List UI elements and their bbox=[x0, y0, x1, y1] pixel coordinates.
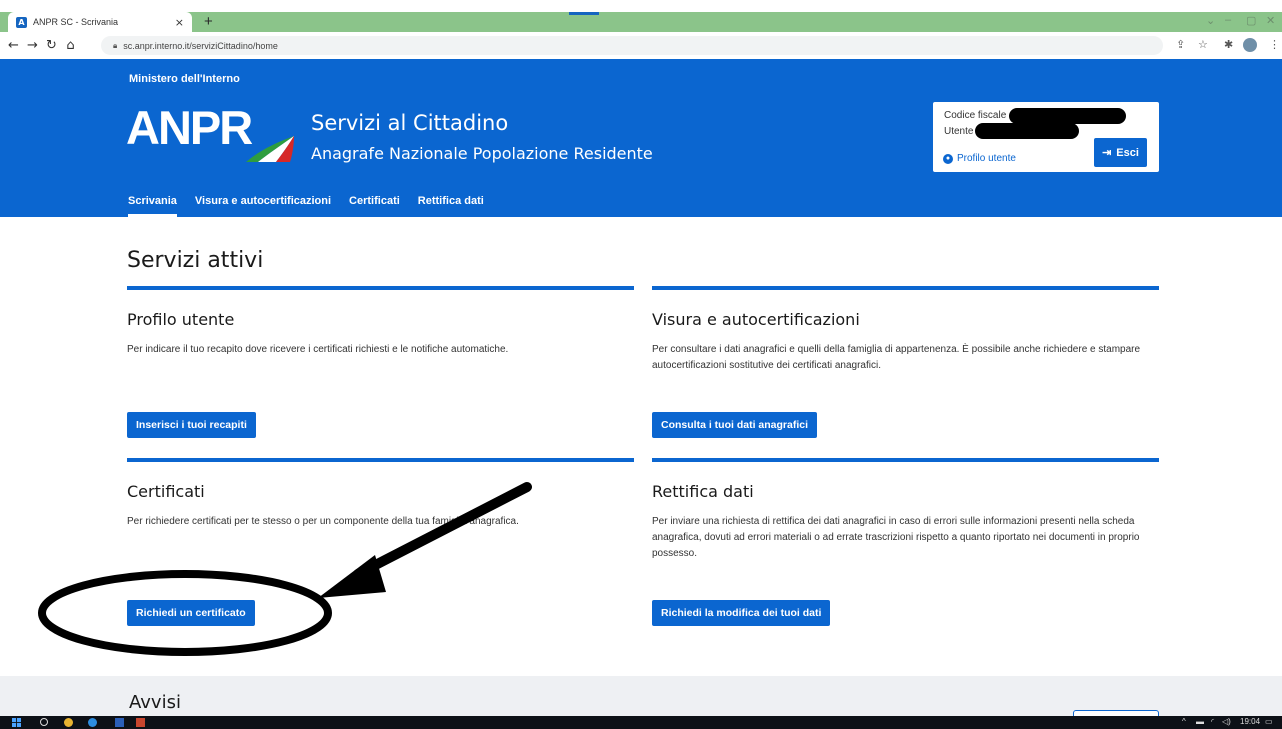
inserisci-recapiti-button[interactable]: Inserisci i tuoi recapiti bbox=[127, 412, 256, 438]
card-visura: Visura e autocertificazioni Per consulta… bbox=[652, 286, 1159, 438]
windows-start-icon[interactable] bbox=[12, 718, 21, 727]
user-info-box: Codice fiscale Utente ● Profilo utente ⇥… bbox=[933, 102, 1159, 172]
card-title: Profilo utente bbox=[127, 310, 235, 329]
codice-fiscale-label: Codice fiscale bbox=[944, 110, 1007, 121]
card-rettifica: Rettifica dati Per inviare una richiesta… bbox=[652, 458, 1159, 626]
close-window-icon[interactable]: ✕ bbox=[1266, 14, 1275, 27]
nav-scrivania[interactable]: Scrivania bbox=[128, 195, 177, 217]
nav-certificati[interactable]: Certificati bbox=[349, 195, 400, 217]
tab-title: ANPR SC - Scrivania bbox=[33, 17, 119, 27]
reload-icon[interactable]: ↻ bbox=[42, 38, 61, 53]
lock-icon: 🔒︎ bbox=[113, 40, 118, 50]
ministry-label: Ministero dell'Interno bbox=[129, 73, 240, 85]
close-tab-icon[interactable]: × bbox=[175, 16, 184, 29]
wifi-icon[interactable]: ◜ bbox=[1211, 717, 1214, 726]
card-description: Per consultare i dati anagrafici e quell… bbox=[652, 344, 1141, 371]
logo-text: ANPR bbox=[126, 101, 253, 154]
volume-icon[interactable]: ◁) bbox=[1222, 717, 1231, 726]
clock[interactable]: 19:04 bbox=[1240, 717, 1260, 726]
tab-search-icon[interactable]: ⌄ bbox=[1206, 14, 1215, 27]
arrow-head bbox=[318, 555, 386, 598]
main-nav: Scrivania Visura e autocertificazioni Ce… bbox=[128, 195, 502, 217]
forward-arrow-icon[interactable]: → bbox=[23, 38, 42, 53]
anpr-logo[interactable]: ANPR bbox=[126, 102, 296, 164]
utente-label: Utente bbox=[944, 126, 974, 137]
maximize-icon[interactable]: ▢ bbox=[1246, 14, 1256, 27]
minimize-icon[interactable]: – bbox=[1225, 14, 1231, 26]
card-certificati: Certificati Per richiedere certificati p… bbox=[127, 458, 634, 626]
profile-link[interactable]: ● Profilo utente bbox=[943, 153, 1016, 164]
page-title: Servizi attivi bbox=[127, 248, 264, 273]
card-description: Per inviare una richiesta di rettifica d… bbox=[652, 516, 1140, 559]
flag-swoosh-icon bbox=[246, 136, 294, 162]
card-title: Certificati bbox=[127, 482, 205, 501]
profile-avatar[interactable] bbox=[1243, 38, 1257, 52]
service-subtitle: Anagrafe Nazionale Popolazione Residente bbox=[311, 144, 653, 163]
word-icon[interactable] bbox=[115, 718, 124, 727]
extensions-icon[interactable]: ✱ bbox=[1224, 38, 1233, 51]
user-icon: ● bbox=[943, 153, 953, 164]
notifications-icon[interactable]: ▭ bbox=[1265, 717, 1273, 726]
card-accent-bar bbox=[652, 458, 1159, 462]
card-profilo-utente: Profilo utente Per indicare il tuo recap… bbox=[127, 286, 634, 438]
browser-app-icon[interactable] bbox=[88, 718, 97, 727]
consulta-dati-button[interactable]: Consulta i tuoi dati anagrafici bbox=[652, 412, 818, 438]
notices-title: Avvisi bbox=[129, 692, 181, 713]
logout-button[interactable]: ⇥ Esci bbox=[1094, 138, 1147, 167]
card-accent-bar bbox=[127, 458, 634, 462]
card-description: Per indicare il tuo recapito dove riceve… bbox=[127, 344, 509, 355]
profile-link-label: Profilo utente bbox=[957, 153, 1016, 164]
address-bar-row: ← → ↻ ⌂ 🔒︎ sc.anpr.interno.it/serviziCit… bbox=[0, 32, 1282, 59]
share-icon[interactable]: ⇪ bbox=[1176, 38, 1185, 51]
app-icon[interactable] bbox=[136, 718, 145, 727]
browser-tab[interactable]: A ANPR SC - Scrivania × bbox=[8, 12, 192, 32]
sign-out-icon: ⇥ bbox=[1102, 147, 1112, 159]
back-arrow-icon[interactable]: ← bbox=[4, 38, 23, 53]
search-icon[interactable] bbox=[40, 718, 48, 726]
tab-strip-accent bbox=[569, 12, 599, 15]
favicon-icon: A bbox=[16, 16, 27, 28]
chrome-icon[interactable] bbox=[64, 718, 73, 727]
card-description: Per richiedere certificati per te stesso… bbox=[127, 516, 519, 527]
richiedi-modifica-button[interactable]: Richiedi la modifica dei tuoi dati bbox=[652, 600, 831, 626]
new-tab-button[interactable]: + bbox=[204, 13, 213, 30]
redaction-bar bbox=[975, 123, 1079, 139]
card-title: Visura e autocertificazioni bbox=[652, 310, 860, 329]
card-accent-bar bbox=[127, 286, 634, 290]
card-title: Rettifica dati bbox=[652, 482, 754, 501]
browser-tab-strip: A ANPR SC - Scrivania × + ⌄ – ▢ ✕ bbox=[0, 12, 1282, 32]
os-taskbar: ^ ▬ ◜ ◁) 19:04 ▭ bbox=[0, 716, 1282, 729]
url-field[interactable]: 🔒︎ sc.anpr.interno.it/serviziCittadino/h… bbox=[101, 36, 1163, 55]
richiedi-certificato-button[interactable]: Richiedi un certificato bbox=[127, 600, 255, 626]
redaction-bar bbox=[1009, 108, 1126, 124]
service-title: Servizi al Cittadino bbox=[311, 111, 509, 135]
site-header: Ministero dell'Interno ANPR Servizi al C… bbox=[0, 59, 1282, 217]
tray-chevron-icon[interactable]: ^ bbox=[1182, 717, 1186, 726]
network-icon[interactable]: ▬ bbox=[1196, 717, 1204, 726]
kebab-menu-icon[interactable]: ⋮ bbox=[1269, 38, 1280, 51]
nav-rettifica[interactable]: Rettifica dati bbox=[418, 195, 484, 217]
card-accent-bar bbox=[652, 286, 1159, 290]
url-text: sc.anpr.interno.it/serviziCittadino/home bbox=[123, 40, 278, 51]
logout-label: Esci bbox=[1116, 146, 1139, 159]
bookmark-star-icon[interactable]: ☆ bbox=[1198, 38, 1208, 51]
home-icon[interactable]: ⌂ bbox=[61, 38, 80, 53]
nav-visura[interactable]: Visura e autocertificazioni bbox=[195, 195, 331, 217]
